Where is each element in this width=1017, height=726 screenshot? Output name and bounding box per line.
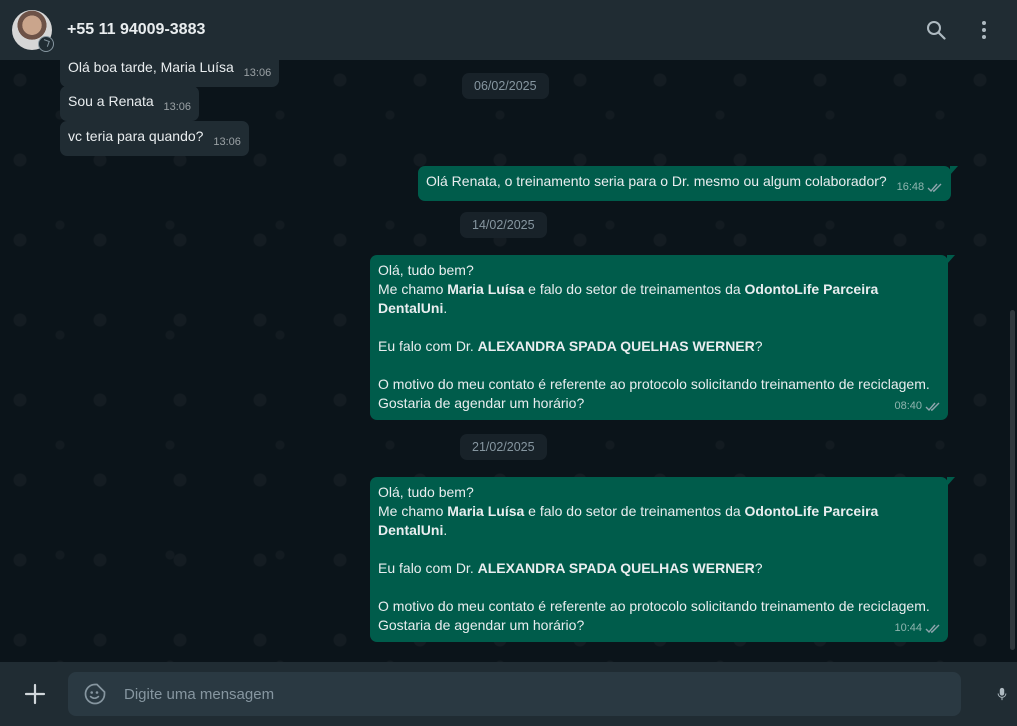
message-text: Olá Renata, o treinamento seria para o D… (426, 173, 887, 189)
message-outgoing[interactable]: Olá, tudo bem? Me chamo Maria Luísa e fa… (370, 255, 955, 420)
message-list[interactable]: Olá boa tarde, Maria Luísa 13:06 Sou a R… (0, 60, 1017, 662)
emoji-sticker-button[interactable] (82, 681, 108, 707)
message-meta: 08:40 (894, 397, 941, 416)
contact-avatar[interactable] (12, 10, 54, 52)
attach-button[interactable] (22, 681, 48, 707)
date-separator: 14/02/2025 (460, 212, 547, 238)
read-ticks-icon (925, 402, 940, 412)
search-icon (927, 21, 946, 40)
message-incoming[interactable]: Olá boa tarde, Maria Luísa 13:06 (60, 60, 280, 87)
kebab-menu-icon (982, 21, 986, 39)
menu-button[interactable] (971, 17, 997, 43)
read-ticks-icon (925, 624, 940, 634)
message-text: Olá, tudo bem? Me chamo Maria Luísa e fa… (378, 262, 934, 411)
message-time: 16:48 (896, 181, 925, 193)
message-composer (68, 672, 961, 716)
read-ticks-icon (927, 183, 942, 193)
header-actions (923, 17, 1005, 43)
status-badge-icon (38, 36, 54, 52)
chat-scrollbar[interactable] (1010, 310, 1015, 650)
microphone-icon (997, 687, 1007, 701)
message-outgoing[interactable]: Olá Renata, o treinamento seria para o D… (418, 166, 959, 201)
composer-bar (0, 662, 1017, 726)
microphone-button[interactable] (981, 681, 1007, 707)
message-meta: 16:48 (897, 178, 944, 197)
date-separator: 06/02/2025 (462, 73, 549, 99)
message-time: 13:06 (243, 67, 272, 79)
plus-icon (24, 683, 46, 705)
search-button[interactable] (923, 17, 949, 43)
message-time: 08:40 (894, 400, 922, 412)
message-input[interactable] (124, 685, 947, 703)
message-text: vc teria para quando? (68, 128, 204, 144)
sticker-icon (84, 683, 106, 705)
message-text: Olá, tudo bem? Me chamo Maria Luísa e fa… (378, 484, 934, 633)
message-incoming[interactable]: vc teria para quando? 13:06 (60, 121, 249, 156)
date-separator: 21/02/2025 (460, 434, 547, 460)
message-incoming[interactable]: Sou a Renata 13:06 (60, 86, 200, 121)
message-text: Sou a Renata (68, 93, 154, 109)
contact-name[interactable]: +55 11 94009-3883 (67, 21, 205, 39)
chat-header: +55 11 94009-3883 (0, 0, 1017, 60)
message-text: Olá boa tarde, Maria Luísa (68, 60, 234, 75)
message-time: 13:06 (163, 101, 192, 113)
message-meta: 10:44 (894, 619, 941, 638)
message-time: 13:06 (213, 136, 241, 148)
message-time: 10:44 (894, 622, 922, 634)
message-outgoing[interactable]: Olá, tudo bem? Me chamo Maria Luísa e fa… (370, 477, 955, 642)
